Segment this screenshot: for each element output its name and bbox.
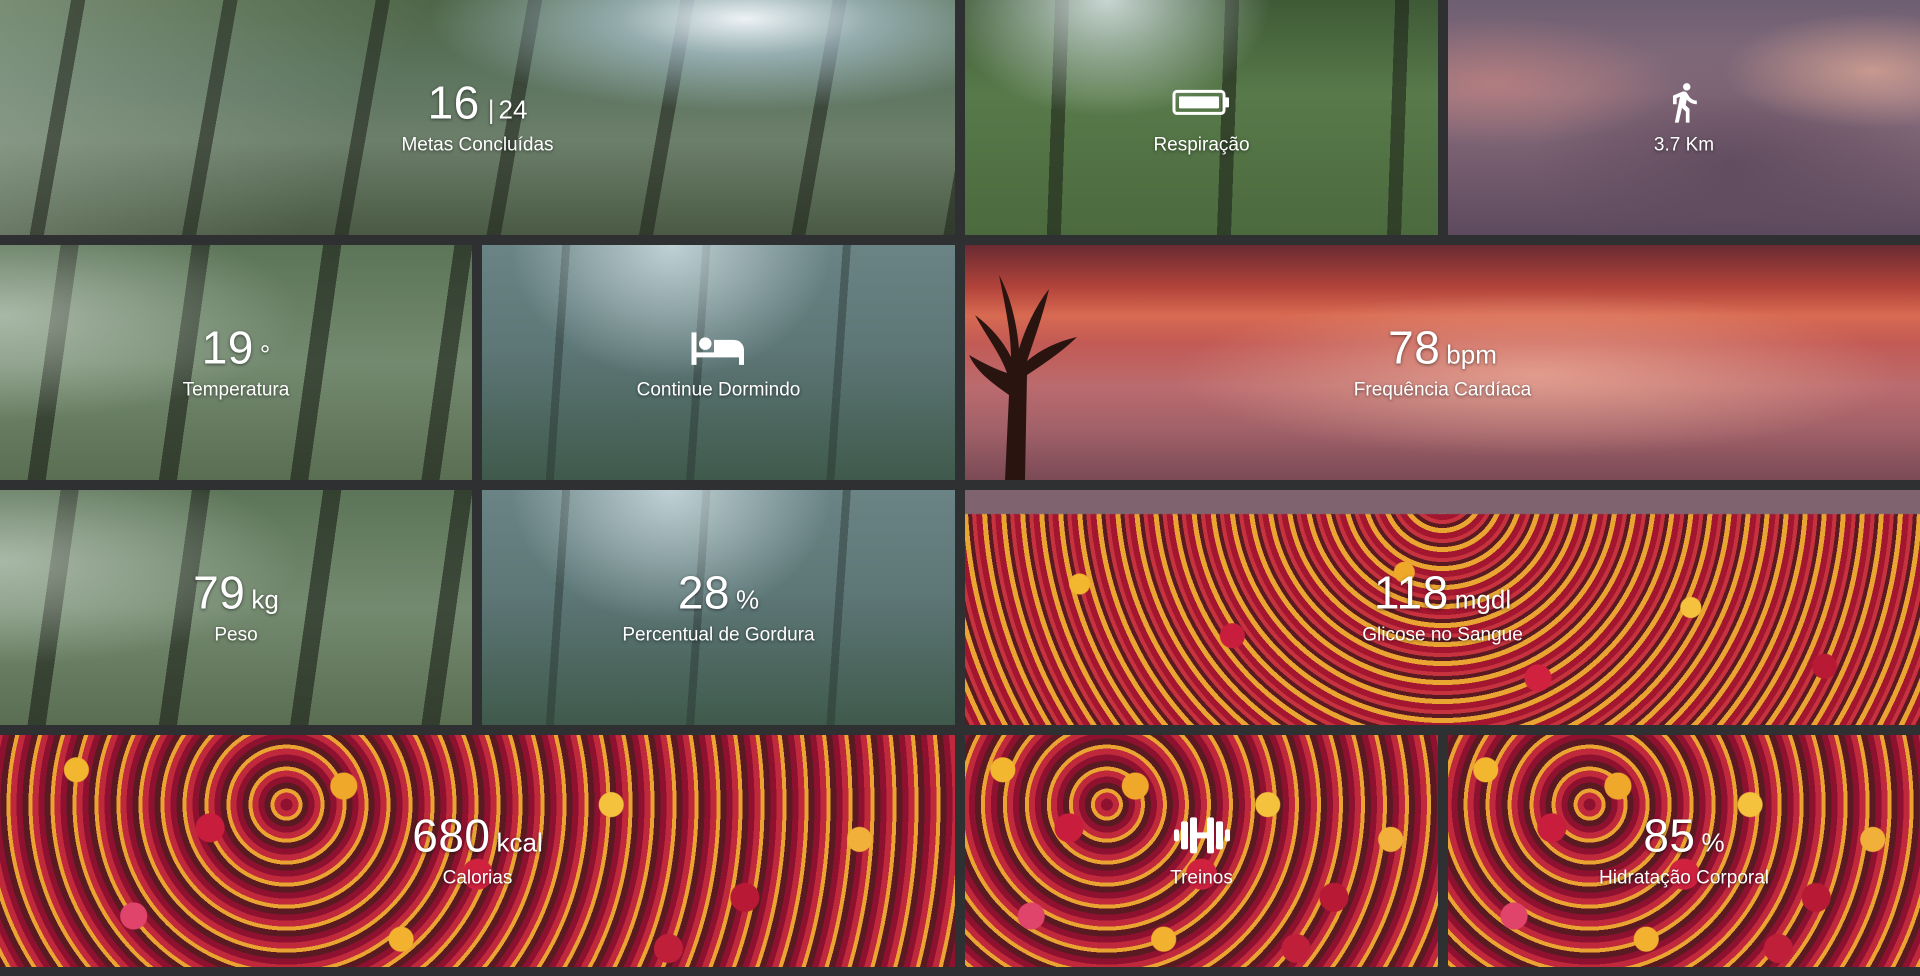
dashboard-grid: 16 | 24 Metas Concluídas Respiração 3.7 … bbox=[0, 0, 1920, 976]
tile-unit: % bbox=[736, 583, 760, 614]
tile-value: 118 bbox=[1373, 565, 1449, 618]
battery-icon bbox=[965, 76, 1438, 128]
tile-content: 3.7 Km bbox=[1448, 76, 1920, 156]
tile-value-line: 85% bbox=[1448, 809, 1920, 861]
tile-value: 78 bbox=[1388, 320, 1441, 373]
tile-respiracao[interactable]: Respiração bbox=[965, 0, 1438, 235]
tile-label: Treinos bbox=[1170, 867, 1233, 889]
tile-label: Peso bbox=[214, 623, 258, 645]
tile-hidratacao[interactable]: 85% Hidratação Corporal bbox=[1448, 735, 1920, 967]
tile-value: 16 bbox=[427, 75, 480, 128]
tile-value: 28 bbox=[677, 565, 731, 618]
tile-content: 16 | 24 Metas Concluídas bbox=[0, 76, 955, 156]
tile-unit: bpm bbox=[1446, 338, 1497, 369]
tile-unit: % bbox=[1701, 827, 1725, 858]
tile-value-line: 28% bbox=[482, 566, 955, 618]
tile-distancia[interactable]: 3.7 Km bbox=[1448, 0, 1920, 235]
tile-content: 118 mgdl Glicose no Sangue bbox=[965, 566, 1920, 646]
tile-content: Treinos bbox=[965, 809, 1438, 889]
tile-unit: ° bbox=[259, 338, 271, 369]
tile-value-line: 680 kcal bbox=[0, 809, 955, 861]
tile-label: 3.7 Km bbox=[1653, 133, 1715, 155]
tile-content: 28% Percentual de Gordura bbox=[482, 566, 955, 646]
tile-treinos[interactable]: Treinos bbox=[965, 735, 1438, 967]
tile-calorias[interactable]: 680 kcal Calorias bbox=[0, 735, 955, 967]
tile-value-line: 19 ° bbox=[0, 321, 472, 373]
bed-icon bbox=[482, 321, 955, 373]
tile-label: Glicose no Sangue bbox=[1362, 623, 1523, 645]
tile-content: 78 bpm Frequência Cardíaca bbox=[965, 321, 1920, 401]
tile-label: Hidratação Corporal bbox=[1598, 867, 1770, 889]
tile-content: Respiração bbox=[965, 76, 1438, 156]
tile-unit: kg bbox=[251, 583, 279, 614]
tile-content: 680 kcal Calorias bbox=[0, 809, 955, 889]
tile-glicose[interactable]: 118 mgdl Glicose no Sangue bbox=[965, 490, 1920, 725]
tile-value: 85 bbox=[1643, 809, 1696, 862]
tile-continue-dormindo[interactable]: Continue Dormindo bbox=[482, 245, 955, 480]
tile-peso[interactable]: 79 kg Peso bbox=[0, 490, 472, 725]
tile-content: 85% Hidratação Corporal bbox=[1448, 809, 1920, 889]
tile-value-line: 79 kg bbox=[0, 566, 472, 618]
tile-unit: mgdl bbox=[1454, 583, 1512, 614]
tile-content: Continue Dormindo bbox=[482, 321, 955, 401]
tile-value: 680 bbox=[412, 809, 491, 862]
tile-label: Continue Dormindo bbox=[636, 378, 801, 400]
tile-frequencia-cardiaca[interactable]: 78 bpm Frequência Cardíaca bbox=[965, 245, 1920, 480]
tile-label: Frequência Cardíaca bbox=[1353, 378, 1532, 400]
tile-temperatura[interactable]: 19 ° Temperatura bbox=[0, 245, 472, 480]
tile-content: 19 ° Temperatura bbox=[0, 321, 472, 401]
tile-label: Respiração bbox=[1153, 133, 1250, 155]
tile-content: 79 kg Peso bbox=[0, 566, 472, 646]
tile-label: Temperatura bbox=[182, 378, 290, 400]
tile-label: Metas Concluídas bbox=[401, 133, 554, 155]
tile-value-line: 16 | 24 bbox=[0, 76, 955, 128]
tile-value: 79 bbox=[193, 565, 246, 618]
running-icon bbox=[1448, 76, 1920, 128]
dumbbell-icon bbox=[965, 809, 1438, 861]
tile-secondary-value: 24 bbox=[498, 93, 528, 124]
tile-value-line: 118 mgdl bbox=[965, 566, 1920, 618]
tile-unit: kcal bbox=[496, 827, 543, 858]
tile-percentual-gordura[interactable]: 28% Percentual de Gordura bbox=[482, 490, 955, 725]
tile-value-line: 78 bpm bbox=[965, 321, 1920, 373]
tile-label: Calorias bbox=[442, 867, 513, 889]
tile-separator: | bbox=[487, 93, 495, 124]
tile-label: Percentual de Gordura bbox=[622, 623, 815, 645]
tile-value: 19 bbox=[201, 320, 254, 373]
tile-metas-concluidas[interactable]: 16 | 24 Metas Concluídas bbox=[0, 0, 955, 235]
